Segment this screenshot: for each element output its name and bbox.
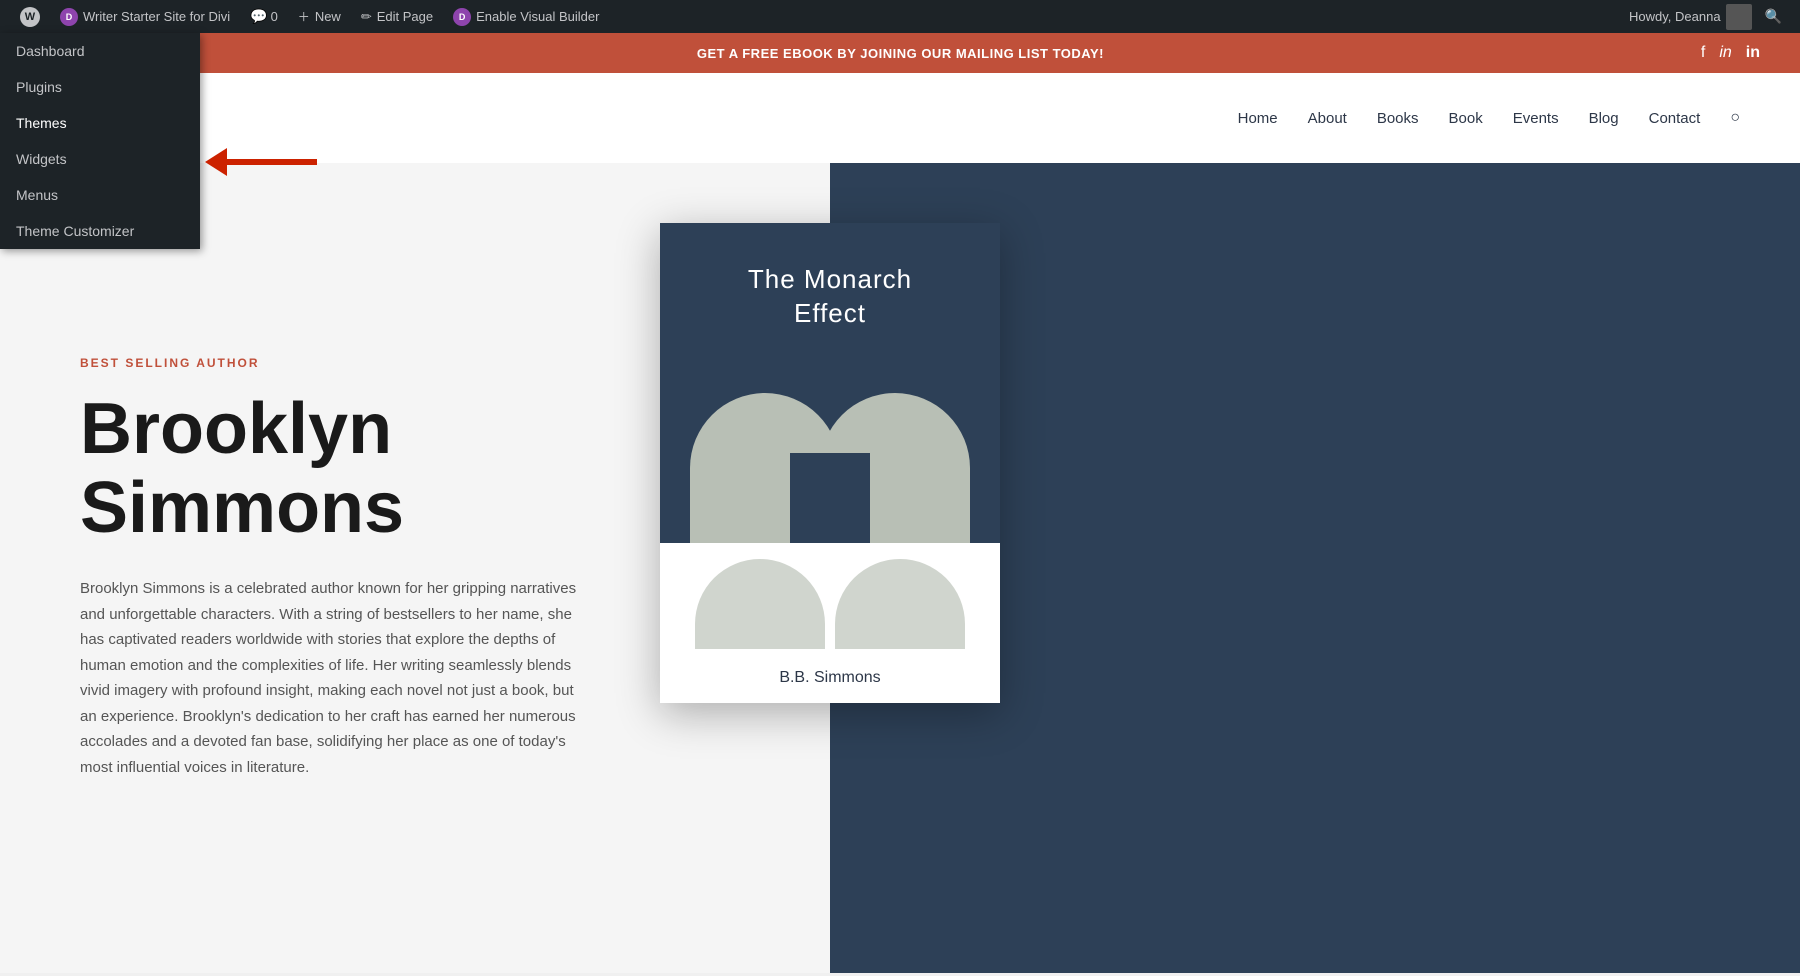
- edit-page-label: Edit Page: [377, 9, 433, 24]
- comment-icon: 💬: [250, 8, 267, 25]
- wp-admin-bar: W D Writer Starter Site for Divi 💬 0 ＋ N…: [0, 0, 1800, 33]
- dropdown-item-theme-customizer[interactable]: Theme Customizer: [0, 213, 200, 249]
- site-name-item[interactable]: D Writer Starter Site for Divi: [50, 0, 240, 33]
- dropdown-item-widgets[interactable]: Widgets: [0, 141, 200, 177]
- comment-count: 0: [271, 9, 278, 24]
- nav-blog[interactable]: Blog: [1589, 110, 1619, 127]
- book-cover-shapes: [660, 383, 1000, 543]
- book-bottom: B.B. Simmons: [660, 543, 1000, 703]
- nav-book[interactable]: Book: [1449, 110, 1483, 127]
- divi-builder-icon: D: [453, 8, 471, 26]
- wp-logo-item[interactable]: W: [10, 0, 50, 33]
- arrow-head: [205, 148, 227, 176]
- dropdown-item-themes[interactable]: Themes: [0, 105, 200, 141]
- red-arrow-indicator: [205, 148, 317, 176]
- nav-about[interactable]: About: [1308, 110, 1347, 127]
- new-item[interactable]: ＋ New: [288, 0, 351, 33]
- linkedin-icon[interactable]: in: [1746, 44, 1760, 62]
- dropdown-item-menus[interactable]: Menus: [0, 177, 200, 213]
- dropdown-item-dashboard[interactable]: Dashboard: [0, 33, 200, 69]
- wp-logo-icon: W: [20, 7, 40, 27]
- admin-bar-right: Howdy, Deanna 🔍: [1629, 4, 1790, 30]
- user-avatar[interactable]: [1726, 4, 1752, 30]
- site-title: Writer Starter Site for Divi: [83, 9, 230, 24]
- visual-builder-item[interactable]: D Enable Visual Builder: [443, 0, 609, 33]
- author-name: BrooklynSimmons: [80, 390, 750, 548]
- author-bio: Brooklyn Simmons is a celebrated author …: [80, 576, 580, 780]
- plus-icon: ＋: [298, 8, 310, 25]
- author-tag: BEST SELLING AUTHOR: [80, 356, 750, 370]
- howdy-text: Howdy, Deanna: [1629, 9, 1721, 24]
- comments-item[interactable]: 💬 0: [240, 0, 288, 33]
- book-title: The MonarchEffect: [748, 263, 912, 331]
- bottom-arch-left: [695, 559, 825, 649]
- dropdown-item-plugins[interactable]: Plugins: [0, 69, 200, 105]
- hero-section: BEST SELLING AUTHOR BrooklynSimmons Broo…: [0, 163, 1800, 973]
- main-nav: Home About Books Book Events Blog Contac…: [1238, 109, 1740, 127]
- book-author-name: B.B. Simmons: [660, 669, 1000, 687]
- nav-events[interactable]: Events: [1513, 110, 1559, 127]
- top-banner: GET A FREE EBOOK BY JOINING OUR MAILING …: [0, 33, 1800, 73]
- edit-page-item[interactable]: ✏ Edit Page: [351, 0, 443, 33]
- nav-home[interactable]: Home: [1238, 110, 1278, 127]
- instagram-icon[interactable]: in: [1719, 44, 1731, 62]
- new-label: New: [315, 9, 341, 24]
- admin-search-icon[interactable]: 🔍: [1757, 8, 1790, 25]
- banner-text: GET A FREE EBOOK BY JOINING OUR MAILING …: [100, 46, 1701, 61]
- book-bottom-shapes: [695, 559, 965, 649]
- arrow-line: [227, 159, 317, 165]
- visual-builder-label: Enable Visual Builder: [476, 9, 599, 24]
- social-icons: f in in: [1701, 44, 1760, 62]
- pencil-icon: ✏: [361, 9, 372, 25]
- nav-contact[interactable]: Contact: [1649, 110, 1701, 127]
- arch-gap: [790, 453, 870, 543]
- book-card: The MonarchEffect B.B. Simmons: [660, 223, 1000, 703]
- themes-dropdown-menu: Dashboard Plugins Themes Widgets Menus T…: [0, 33, 200, 249]
- nav-books[interactable]: Books: [1377, 110, 1419, 127]
- book-cover: The MonarchEffect: [660, 223, 1000, 543]
- nav-search-icon[interactable]: ○: [1730, 109, 1740, 127]
- bottom-arch-right: [835, 559, 965, 649]
- divi-icon: D: [60, 8, 78, 26]
- facebook-icon[interactable]: f: [1701, 44, 1705, 62]
- hero-right: The MonarchEffect B.B. Simmons: [830, 163, 1800, 973]
